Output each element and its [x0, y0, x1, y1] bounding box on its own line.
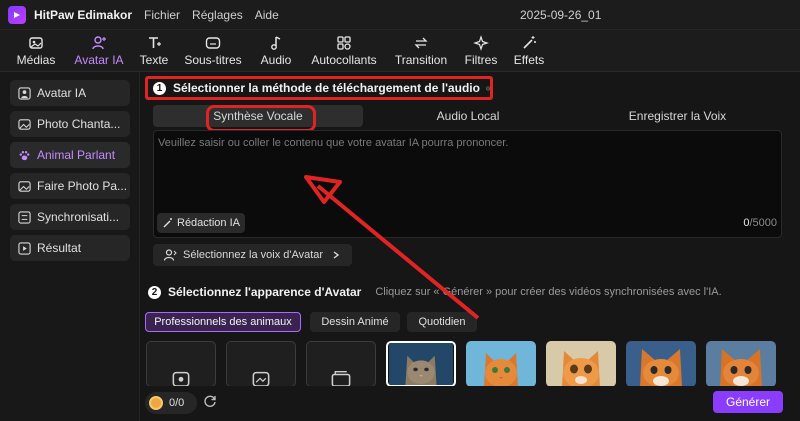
step1-title: Sélectionner la méthode de téléchargemen…	[173, 81, 480, 95]
step2-hint: Cliquez sur « Générer » pour créer des v…	[375, 286, 722, 298]
tool-texte[interactable]: Texte	[136, 30, 172, 72]
sparkle-icon	[473, 35, 489, 51]
menu-fichier[interactable]: Fichier	[144, 8, 180, 22]
tab-highlight-annotation	[206, 105, 316, 132]
app-title: HitPaw Edimakor	[34, 7, 133, 22]
stickers-icon	[337, 36, 351, 50]
tab-enregistrer-voix[interactable]: Enregistrer la Voix	[573, 105, 782, 127]
sidebar: Avatar IA Photo Chanta... Animal Parlant…	[0, 72, 140, 421]
step1-number: 1	[153, 81, 166, 95]
menu-reglages[interactable]: Réglages	[192, 8, 243, 22]
play-icon	[18, 241, 31, 255]
category-dessin-anime[interactable]: Dessin Animé	[310, 312, 400, 332]
sidebar-item-animal-parlant[interactable]: Animal Parlant	[10, 142, 130, 168]
generate-button[interactable]: Générer	[713, 391, 783, 413]
step2-title: Sélectionnez l'apparence d'Avatar	[168, 285, 362, 299]
photo-icon	[18, 180, 31, 192]
footer-bar: 0/0 Générer	[141, 386, 800, 421]
music-note-icon	[271, 36, 281, 50]
sidebar-item-synchronisation[interactable]: Synchronisati...	[10, 204, 130, 230]
photo-icon	[18, 118, 31, 130]
avatar-fox-cartoon[interactable]	[626, 341, 696, 387]
fox-avatar-icon	[626, 341, 696, 387]
tool-sous-titres[interactable]: Sous-titres	[180, 30, 246, 72]
step2-number: 2	[148, 285, 161, 299]
main-toolbar: Médias Avatar IA Texte Sous-titres Audio…	[0, 30, 800, 72]
sidebar-item-photo-chantante[interactable]: Photo Chanta...	[10, 111, 130, 137]
add-photo-icon	[172, 371, 190, 386]
cat-avatar-icon	[389, 343, 453, 385]
text-icon	[149, 37, 161, 48]
sidebar-item-resultat[interactable]: Résultat	[10, 235, 130, 261]
tool-medias[interactable]: Médias	[10, 30, 62, 72]
main-panel: 1 Sélectionner la méthode de téléchargem…	[141, 72, 800, 421]
tab-audio-local[interactable]: Audio Local	[363, 105, 573, 127]
tts-placeholder: Veuillez saisir ou coller le contenu que…	[158, 137, 509, 149]
sync-icon	[18, 210, 31, 224]
credits-badge: 0/0	[145, 392, 197, 414]
info-icon[interactable]	[486, 82, 490, 95]
step2-header: 2 Sélectionnez l'apparence d'Avatar Cliq…	[148, 285, 722, 299]
voice-user-icon	[163, 249, 177, 261]
folder-icon	[331, 370, 351, 386]
sidebar-item-avatar-ia[interactable]: Avatar IA	[10, 80, 130, 106]
avatar-cat-cartoon[interactable]	[546, 341, 616, 387]
menu-aide[interactable]: Aide	[255, 8, 279, 22]
subtitles-icon	[205, 37, 221, 49]
fox-avatar-icon	[706, 341, 776, 387]
select-voice-button[interactable]: Sélectionnez la voix d'Avatar	[153, 244, 352, 266]
char-counter: 0/5000	[743, 217, 777, 229]
avatar-upload-image[interactable]	[226, 341, 296, 387]
document-title: 2025-09-26_01	[520, 8, 602, 22]
image-icon	[29, 37, 43, 49]
tool-filtres[interactable]: Filtres	[460, 30, 502, 72]
transition-icon	[414, 37, 428, 49]
refresh-icon[interactable]	[203, 394, 217, 408]
avatar-cat-orange[interactable]	[466, 341, 536, 387]
category-professionnels-animaux[interactable]: Professionnels des animaux	[145, 312, 301, 332]
paw-icon	[19, 150, 30, 160]
coin-icon	[149, 396, 163, 410]
sidebar-item-faire-photo-parler[interactable]: Faire Photo Pa...	[10, 173, 130, 199]
avatar-upload-photo[interactable]	[146, 341, 216, 387]
redaction-ia-button[interactable]: Rédaction IA	[157, 213, 245, 233]
tool-transition[interactable]: Transition	[390, 30, 452, 72]
tool-effets[interactable]: Effets	[508, 30, 550, 72]
tool-audio[interactable]: Audio	[254, 30, 298, 72]
cat-avatar-icon	[546, 341, 616, 387]
step1-header: 1 Sélectionner la méthode de téléchargem…	[145, 76, 493, 100]
tts-text-input[interactable]: Veuillez saisir ou coller le contenu que…	[153, 130, 782, 238]
magic-wand-icon	[523, 36, 536, 49]
tool-autocollants[interactable]: Autocollants	[306, 30, 382, 72]
category-quotidien[interactable]: Quotidien	[407, 312, 477, 332]
cat-avatar-icon	[466, 341, 536, 387]
chevron-right-icon	[333, 251, 340, 259]
user-icon	[18, 86, 31, 100]
avatar-icon	[92, 36, 106, 50]
app-logo-icon	[8, 5, 26, 24]
tool-avatar-ia[interactable]: Avatar IA	[68, 30, 130, 72]
menu-bar: HitPaw Edimakor Fichier Réglages Aide 20…	[0, 0, 800, 30]
magic-pen-icon	[163, 218, 172, 228]
avatar-upload-folder[interactable]	[306, 341, 376, 387]
avatar-fox-cartoon-2[interactable]	[706, 341, 776, 387]
avatar-cat-tabby[interactable]	[386, 341, 456, 387]
add-image-icon	[252, 371, 270, 386]
